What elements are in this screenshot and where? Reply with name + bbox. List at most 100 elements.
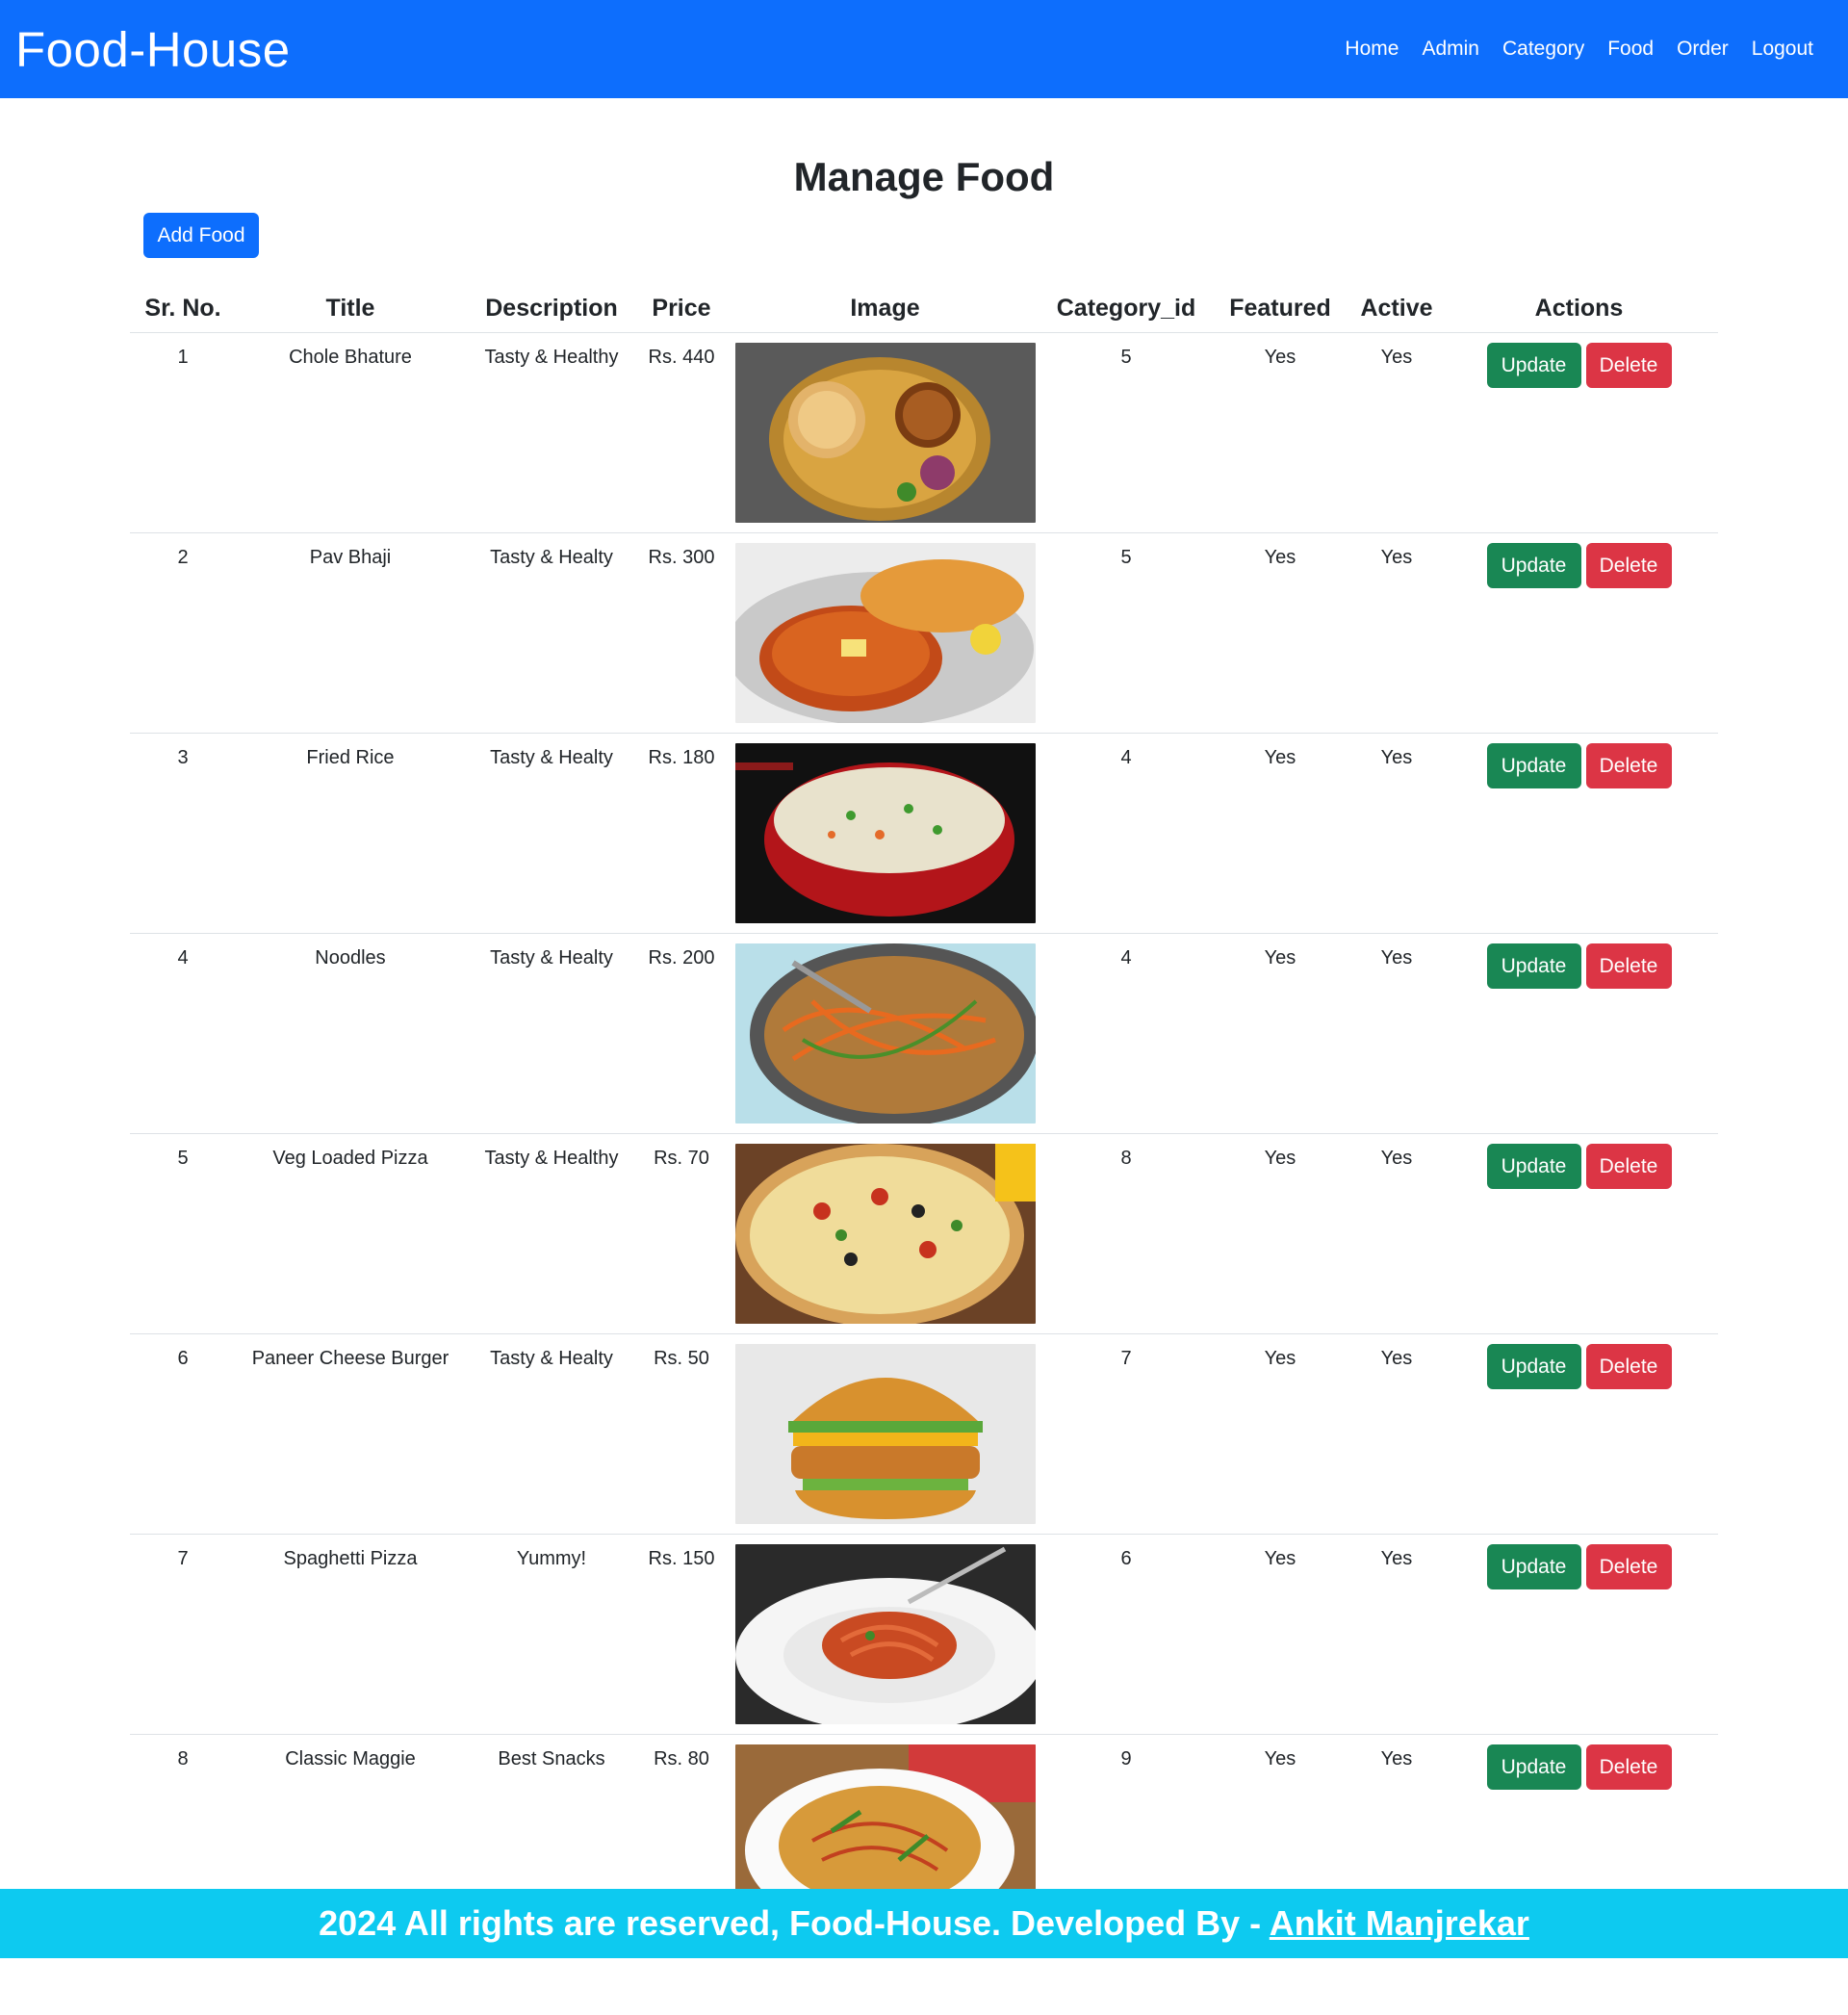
food-image-burger xyxy=(734,1344,1036,1524)
cell-actions: Update Delete xyxy=(1440,1534,1718,1735)
food-image-fried-rice xyxy=(734,743,1036,923)
cell-active: Yes xyxy=(1353,332,1440,533)
table-header-row: Sr. No. Title Description Price Image Ca… xyxy=(130,284,1718,333)
cell-actions: Update Delete xyxy=(1440,933,1718,1134)
update-button[interactable]: Update xyxy=(1486,743,1581,788)
food-image-chole-bhature xyxy=(734,343,1036,523)
cell-price: Rs. 440 xyxy=(638,332,725,533)
nav-link-food[interactable]: Food xyxy=(1596,38,1665,61)
cell-price: Rs. 150 xyxy=(638,1534,725,1735)
update-button[interactable]: Update xyxy=(1486,343,1581,388)
table-body: 1 Chole Bhature Tasty & Healthy Rs. 440 … xyxy=(130,332,1718,1935)
cell-sr-no: 3 xyxy=(130,733,236,934)
food-image-noodles xyxy=(734,943,1036,1124)
cell-price: Rs. 70 xyxy=(638,1133,725,1334)
nav-link-logout[interactable]: Logout xyxy=(1740,38,1825,61)
cell-image xyxy=(725,332,1045,533)
table-row: 3 Fried Rice Tasty & Healty Rs. 180 4 Ye… xyxy=(130,733,1718,934)
nav-links: Home Admin Category Food Order Logout xyxy=(1333,38,1825,61)
cell-featured: Yes xyxy=(1207,532,1353,734)
cell-category-id: 6 xyxy=(1045,1534,1207,1735)
cell-image xyxy=(725,1534,1045,1735)
update-button[interactable]: Update xyxy=(1486,1344,1581,1389)
table-row: 6 Paneer Cheese Burger Tasty & Healty Rs… xyxy=(130,1333,1718,1535)
table-row: 1 Chole Bhature Tasty & Healthy Rs. 440 … xyxy=(130,332,1718,533)
footer-author-link[interactable]: Ankit Manjrekar xyxy=(1270,1903,1529,1943)
cell-category-id: 5 xyxy=(1045,332,1207,533)
nav-link-home[interactable]: Home xyxy=(1333,38,1410,61)
delete-button[interactable]: Delete xyxy=(1585,343,1672,388)
cell-active: Yes xyxy=(1353,1534,1440,1735)
footer: 2024 All rights are reserved, Food-House… xyxy=(0,1889,1848,1958)
update-button[interactable]: Update xyxy=(1486,1744,1581,1790)
header-title: Title xyxy=(236,284,465,333)
update-button[interactable]: Update xyxy=(1486,1144,1581,1189)
cell-featured: Yes xyxy=(1207,332,1353,533)
cell-active: Yes xyxy=(1353,733,1440,934)
cell-actions: Update Delete xyxy=(1440,332,1718,533)
delete-button[interactable]: Delete xyxy=(1585,943,1672,989)
cell-description: Tasty & Healthy xyxy=(465,332,638,533)
cell-featured: Yes xyxy=(1207,1133,1353,1334)
delete-button[interactable]: Delete xyxy=(1585,1544,1672,1589)
cell-sr-no: 5 xyxy=(130,1133,236,1334)
header-actions: Actions xyxy=(1440,284,1718,333)
header-sr-no: Sr. No. xyxy=(130,284,236,333)
cell-actions: Update Delete xyxy=(1440,532,1718,734)
cell-featured: Yes xyxy=(1207,933,1353,1134)
cell-sr-no: 6 xyxy=(130,1333,236,1535)
cell-title: Spaghetti Pizza xyxy=(236,1534,465,1735)
cell-price: Rs. 200 xyxy=(638,933,725,1134)
delete-button[interactable]: Delete xyxy=(1585,743,1672,788)
cell-title: Fried Rice xyxy=(236,733,465,934)
cell-image xyxy=(725,933,1045,1134)
nav-link-category[interactable]: Category xyxy=(1491,38,1596,61)
table-row: 7 Spaghetti Pizza Yummy! Rs. 150 6 Yes Y… xyxy=(130,1534,1718,1735)
cell-active: Yes xyxy=(1353,532,1440,734)
cell-title: Pav Bhaji xyxy=(236,532,465,734)
brand-logo[interactable]: Food-House xyxy=(15,21,291,78)
cell-price: Rs. 50 xyxy=(638,1333,725,1535)
cell-description: Yummy! xyxy=(465,1534,638,1735)
cell-description: Tasty & Healthy xyxy=(465,1133,638,1334)
table-row: 2 Pav Bhaji Tasty & Healty Rs. 300 5 Yes… xyxy=(130,532,1718,734)
cell-title: Veg Loaded Pizza xyxy=(236,1133,465,1334)
cell-category-id: 4 xyxy=(1045,933,1207,1134)
cell-image xyxy=(725,1333,1045,1535)
navbar: Food-House Home Admin Category Food Orde… xyxy=(0,0,1848,98)
cell-actions: Update Delete xyxy=(1440,1333,1718,1535)
cell-active: Yes xyxy=(1353,1133,1440,1334)
cell-title: Chole Bhature xyxy=(236,332,465,533)
nav-link-admin[interactable]: Admin xyxy=(1410,38,1491,61)
cell-category-id: 7 xyxy=(1045,1333,1207,1535)
cell-actions: Update Delete xyxy=(1440,1133,1718,1334)
cell-image xyxy=(725,532,1045,734)
food-image-pav-bhaji xyxy=(734,543,1036,723)
food-image-pizza xyxy=(734,1144,1036,1324)
delete-button[interactable]: Delete xyxy=(1585,1744,1672,1790)
update-button[interactable]: Update xyxy=(1486,1544,1581,1589)
cell-price: Rs. 180 xyxy=(638,733,725,934)
cell-category-id: 5 xyxy=(1045,532,1207,734)
header-image: Image xyxy=(725,284,1045,333)
nav-link-order[interactable]: Order xyxy=(1665,38,1740,61)
add-food-button[interactable]: Add Food xyxy=(143,213,259,258)
header-active: Active xyxy=(1353,284,1440,333)
footer-text: 2024 All rights are reserved, Food-House… xyxy=(319,1903,1270,1943)
header-price: Price xyxy=(638,284,725,333)
cell-category-id: 8 xyxy=(1045,1133,1207,1334)
table-row: 4 Noodles Tasty & Healty Rs. 200 4 Yes Y… xyxy=(130,933,1718,1134)
cell-description: Tasty & Healty xyxy=(465,532,638,734)
header-category-id: Category_id xyxy=(1045,284,1207,333)
header-featured: Featured xyxy=(1207,284,1353,333)
delete-button[interactable]: Delete xyxy=(1585,1144,1672,1189)
update-button[interactable]: Update xyxy=(1486,543,1581,588)
header-description: Description xyxy=(465,284,638,333)
delete-button[interactable]: Delete xyxy=(1585,543,1672,588)
delete-button[interactable]: Delete xyxy=(1585,1344,1672,1389)
cell-category-id: 4 xyxy=(1045,733,1207,934)
update-button[interactable]: Update xyxy=(1486,943,1581,989)
cell-active: Yes xyxy=(1353,933,1440,1134)
cell-active: Yes xyxy=(1353,1333,1440,1535)
cell-description: Tasty & Healty xyxy=(465,933,638,1134)
